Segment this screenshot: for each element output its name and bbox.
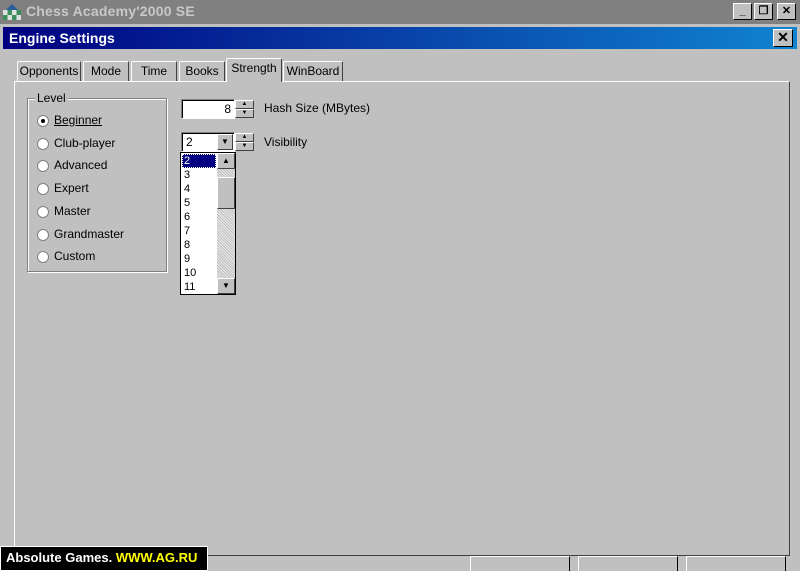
visibility-value: 2 <box>186 135 193 149</box>
radio-label: Master <box>54 204 91 218</box>
ok-button[interactable] <box>470 556 570 571</box>
visibility-combobox[interactable]: 2 ▼ <box>181 132 235 152</box>
close-icon[interactable]: ✕ <box>777 3 796 20</box>
radio-label: Advanced <box>54 158 108 172</box>
list-item[interactable]: 8 <box>182 238 216 252</box>
radio-button[interactable] <box>37 229 49 241</box>
radio-label: Beginner <box>54 113 103 127</box>
help-button[interactable] <box>686 556 786 571</box>
visibility-dropdown-list[interactable]: 2 3 4 5 6 7 8 9 10 11 ▲ ▼ <box>180 152 236 295</box>
radio-button[interactable] <box>37 183 49 195</box>
radio-label: Expert <box>54 181 89 195</box>
visibility-label: Visibility <box>264 135 308 149</box>
radio-label: Custom <box>54 249 96 263</box>
radio-label: Grandmaster <box>54 227 125 241</box>
list-item[interactable]: 2 <box>182 154 216 168</box>
spin-down-icon[interactable]: ▼ <box>235 109 254 118</box>
spin-up-icon[interactable]: ▲ <box>235 100 254 109</box>
watermark-url: WWW.AG.RU <box>115 550 198 565</box>
dropdown-scrollbar[interactable]: ▲ ▼ <box>217 153 235 294</box>
level-legend: Level <box>35 91 68 105</box>
list-item[interactable]: 4 <box>182 182 216 196</box>
hash-size-label: Hash Size (MBytes) <box>264 101 371 115</box>
tab-strength[interactable]: Strength <box>226 58 282 82</box>
visibility-spinner[interactable]: ▲ ▼ <box>235 133 254 151</box>
tab-time[interactable]: Time <box>131 61 177 81</box>
list-item[interactable]: 9 <box>182 252 216 266</box>
scroll-thumb[interactable] <box>217 177 235 209</box>
list-item[interactable]: 11 <box>182 280 216 294</box>
cancel-button[interactable] <box>578 556 678 571</box>
hash-size-input[interactable]: 8 <box>181 99 235 119</box>
dialog-close-button[interactable]: ✕ <box>773 29 793 47</box>
minimize-icon[interactable]: _ <box>733 3 752 20</box>
tab-opponents[interactable]: Opponents <box>17 61 81 81</box>
list-item[interactable]: 5 <box>182 196 216 210</box>
list-item[interactable]: 7 <box>182 224 216 238</box>
hash-size-spinner[interactable]: ▲ ▼ <box>235 100 254 118</box>
spin-down-icon[interactable]: ▼ <box>235 142 254 151</box>
engine-settings-dialog: Engine Settings ✕ Opponents Mode Time Bo… <box>0 24 800 571</box>
list-item[interactable]: 10 <box>182 266 216 280</box>
dropdown-arrow-icon[interactable]: ▼ <box>217 134 233 150</box>
dialog-title: Engine Settings <box>9 30 115 46</box>
radio-button[interactable] <box>37 160 49 172</box>
radio-button[interactable] <box>37 115 49 127</box>
watermark-brand: Absolute Games. <box>6 550 113 565</box>
spin-up-icon[interactable]: ▲ <box>235 133 254 142</box>
radio-button[interactable] <box>37 251 49 263</box>
radio-button[interactable] <box>37 206 49 218</box>
scroll-up-icon[interactable]: ▲ <box>217 153 235 169</box>
radio-button[interactable] <box>37 138 49 150</box>
list-item[interactable]: 3 <box>182 168 216 182</box>
app-title: Chess Academy'2000 SE <box>26 3 195 19</box>
tab-books[interactable]: Books <box>179 61 225 81</box>
list-item[interactable]: 6 <box>182 210 216 224</box>
tab-winboard[interactable]: WinBoard <box>283 61 343 81</box>
tab-mode[interactable]: Mode <box>83 61 129 81</box>
app-titlebar: Chess Academy'2000 SE _ ❐ ✕ <box>0 0 800 24</box>
dialog-titlebar: Engine Settings ✕ <box>3 27 797 49</box>
site-watermark: Absolute Games. WWW.AG.RU <box>0 546 208 571</box>
restore-icon[interactable]: ❐ <box>754 3 773 20</box>
radio-label: Club-player <box>54 136 116 150</box>
chess-app-icon <box>2 2 22 22</box>
scroll-down-icon[interactable]: ▼ <box>217 278 235 294</box>
